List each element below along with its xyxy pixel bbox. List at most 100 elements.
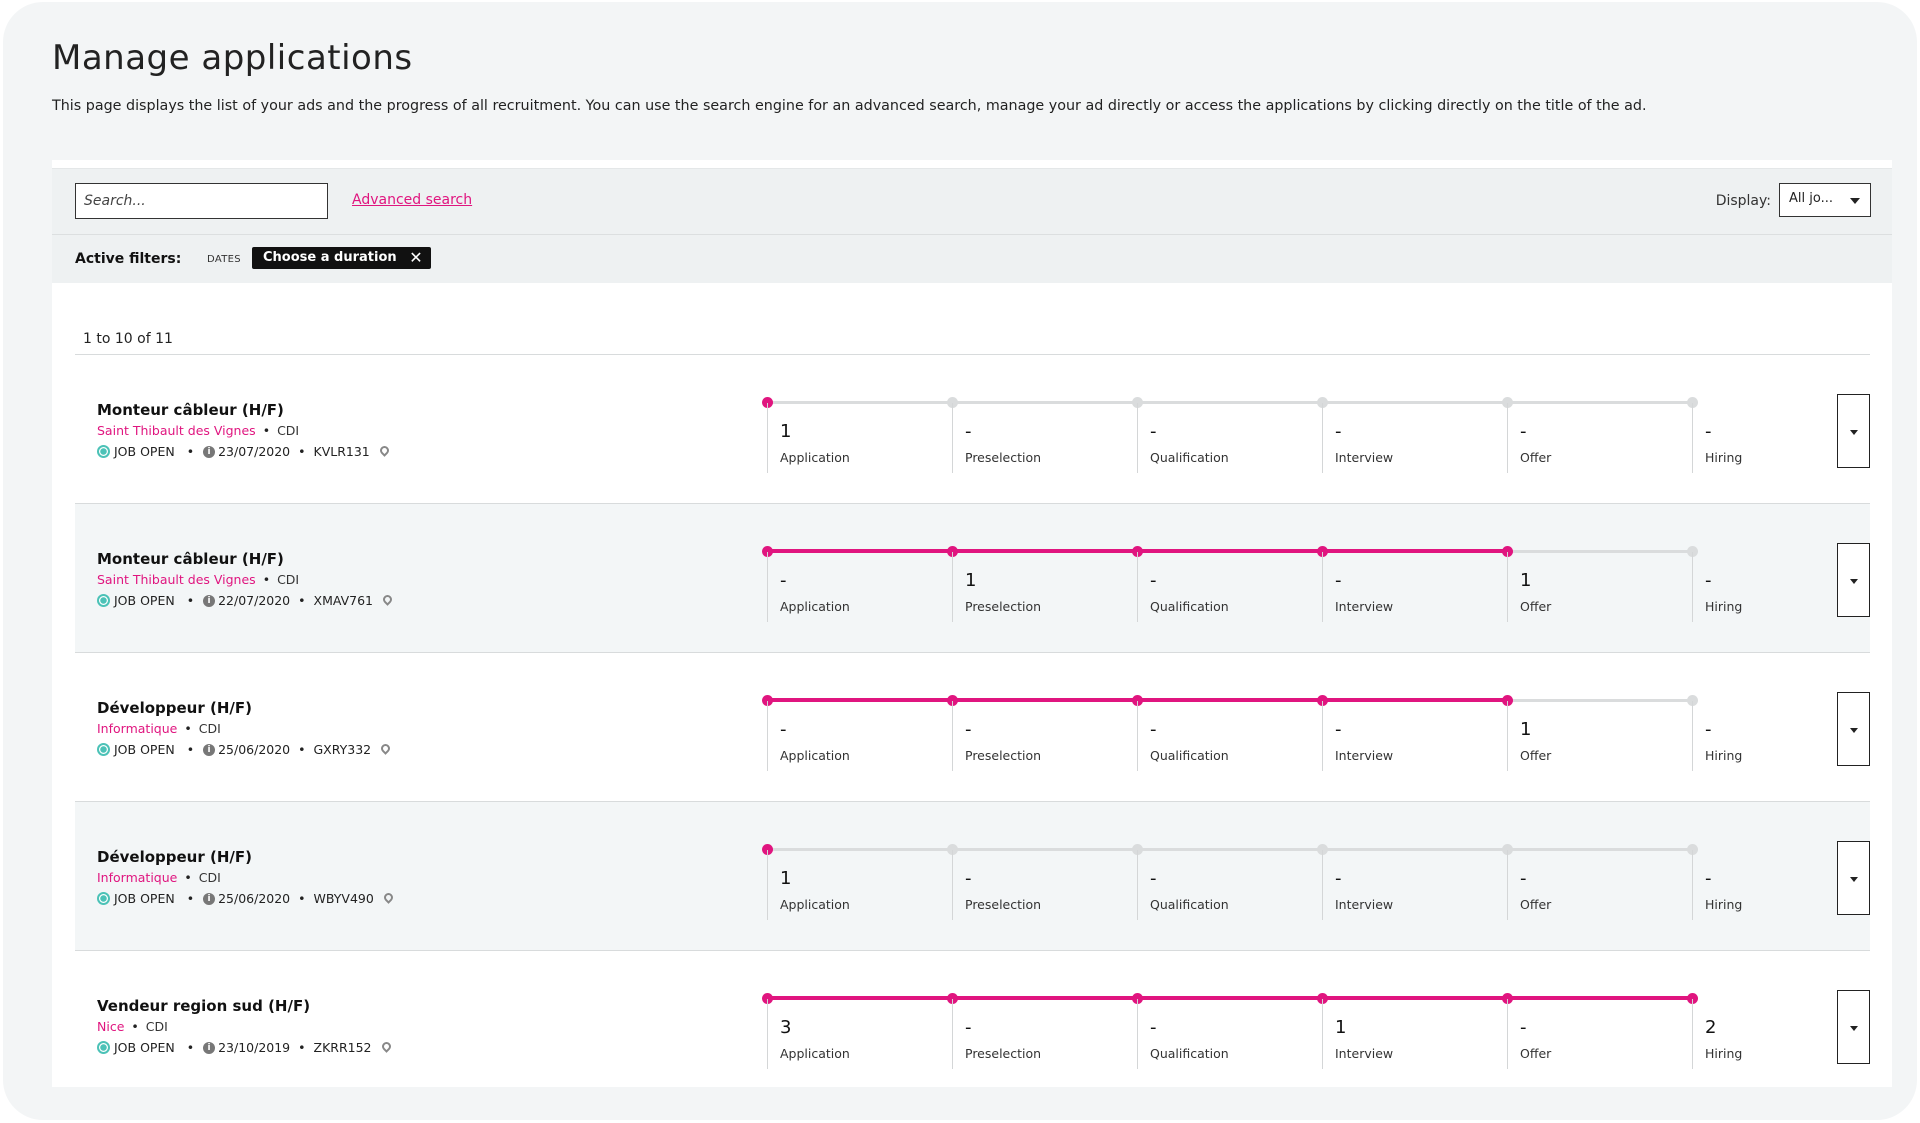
stage-label: Interview [1335, 897, 1394, 912]
stage-divider [1692, 999, 1693, 1069]
job-reference: ZKRR152 [313, 1040, 372, 1055]
row-actions-dropdown[interactable] [1837, 990, 1870, 1064]
stage-label: Preselection [965, 450, 1042, 465]
separator-dot: • [262, 572, 271, 587]
stage-label: Offer [1520, 748, 1552, 763]
close-icon[interactable]: ✕ [409, 248, 422, 267]
location-pin-icon[interactable] [381, 592, 394, 606]
stage-count: 1 [780, 868, 792, 889]
row-actions-dropdown[interactable] [1837, 543, 1870, 617]
pipeline-stage-qualification[interactable]: - Qualification [1132, 546, 1322, 626]
pipeline-stage-application[interactable]: - Application [762, 695, 952, 775]
stage-count: 1 [1335, 1017, 1347, 1038]
stage-label: Qualification [1150, 1046, 1229, 1061]
job-date: 23/10/2019 [218, 1040, 291, 1055]
location-pin-icon[interactable] [379, 1039, 393, 1053]
job-date: 22/07/2020 [218, 593, 291, 608]
pipeline-stage-application[interactable]: 1 Application [762, 397, 952, 477]
job-row: Vendeur region sud (H/F) Nice • CDI JOB OPEN… [75, 951, 1870, 1087]
stage-label: Hiring [1705, 1046, 1743, 1061]
pipeline-stage-offer[interactable]: - Offer [1502, 993, 1692, 1073]
stage-count: - [1335, 570, 1342, 591]
display-label: Display: [1715, 193, 1771, 209]
chevron-down-icon [1850, 877, 1858, 882]
stage-divider [1692, 701, 1693, 771]
recruitment-pipeline: 1 Application - Preselection - Qualification -… [762, 397, 1767, 477]
status-open-icon [97, 594, 110, 607]
job-title[interactable]: Monteur câbleur (H/F) [97, 550, 284, 568]
pipeline-stage-application[interactable]: 1 Application [762, 844, 952, 924]
pipeline-stage-interview[interactable]: - Interview [1317, 546, 1507, 626]
job-location: Saint Thibault des Vignes [97, 423, 256, 438]
pipeline-stage-qualification[interactable]: - Qualification [1132, 844, 1322, 924]
pipeline-stage-qualification[interactable]: - Qualification [1132, 695, 1322, 775]
filter-chip-duration[interactable]: Choose a duration ✕ [252, 247, 431, 269]
row-actions-dropdown[interactable] [1837, 692, 1870, 766]
pipeline-stage-application[interactable]: - Application [762, 546, 952, 626]
stage-label: Hiring [1705, 748, 1743, 763]
pipeline-stage-qualification[interactable]: - Qualification [1132, 397, 1322, 477]
pipeline-stage-interview[interactable]: - Interview [1317, 397, 1507, 477]
row-actions-dropdown[interactable] [1837, 841, 1870, 915]
job-subtitle: Saint Thibault des Vignes • CDI [97, 423, 299, 438]
stage-divider [952, 999, 953, 1069]
job-title[interactable]: Vendeur region sud (H/F) [97, 997, 310, 1015]
stage-label: Hiring [1705, 599, 1743, 614]
app-frame: Manage applications This page displays t… [3, 2, 1917, 1120]
job-reference: XMAV761 [313, 593, 374, 608]
job-subtitle: Saint Thibault des Vignes • CDI [97, 572, 299, 587]
stage-divider [1137, 403, 1138, 473]
job-status: JOB OPEN [114, 444, 175, 459]
pipeline-stage-preselection[interactable]: - Preselection [947, 695, 1137, 775]
job-contract: CDI [277, 423, 300, 438]
pipeline-stage-application[interactable]: 3 Application [762, 993, 952, 1073]
pipeline-stage-offer[interactable]: - Offer [1502, 844, 1692, 924]
search-input[interactable] [75, 183, 328, 219]
job-status: JOB OPEN [114, 593, 175, 608]
applications-panel: Advanced search Display: All jo... Activ… [52, 160, 1892, 1087]
stage-count: - [780, 719, 787, 740]
stage-count: 3 [780, 1017, 792, 1038]
stage-divider [1322, 701, 1323, 771]
stage-count: - [1705, 421, 1712, 442]
stage-count: 1 [780, 421, 792, 442]
job-title[interactable]: Monteur câbleur (H/F) [97, 401, 284, 419]
separator-dot: • [262, 423, 271, 438]
job-title[interactable]: Développeur (H/F) [97, 699, 252, 717]
pipeline-stage-interview[interactable]: - Interview [1317, 844, 1507, 924]
stage-count: - [1520, 1017, 1527, 1038]
pipeline-stage-interview[interactable]: 1 Interview [1317, 993, 1507, 1073]
row-actions-dropdown[interactable] [1837, 394, 1870, 468]
pipeline-stage-offer[interactable]: 1 Offer [1502, 546, 1692, 626]
stage-label: Offer [1520, 450, 1552, 465]
display-select[interactable]: All jo... [1779, 183, 1871, 217]
stage-label: Offer [1520, 599, 1552, 614]
advanced-search-link[interactable]: Advanced search [352, 192, 472, 208]
stage-count: - [1705, 570, 1712, 591]
pipeline-stage-offer[interactable]: 1 Offer [1502, 695, 1692, 775]
location-pin-icon[interactable] [379, 741, 393, 755]
stage-count: - [965, 1017, 972, 1038]
stage-divider [1137, 850, 1138, 920]
stage-count: - [1335, 421, 1342, 442]
stage-label: Application [780, 748, 850, 763]
job-title[interactable]: Développeur (H/F) [97, 848, 252, 866]
stage-label: Qualification [1150, 450, 1229, 465]
job-contract: CDI [198, 721, 221, 736]
pipeline-stage-preselection[interactable]: - Preselection [947, 993, 1137, 1073]
pipeline-stage-preselection[interactable]: - Preselection [947, 397, 1137, 477]
stage-count: - [1150, 421, 1157, 442]
pipeline-stage-preselection[interactable]: - Preselection [947, 844, 1137, 924]
pipeline-stage-interview[interactable]: - Interview [1317, 695, 1507, 775]
chevron-down-icon [1850, 198, 1860, 204]
stage-count: - [965, 421, 972, 442]
job-meta: JOB OPEN • i 23/07/2020 • KVLR131 [97, 443, 391, 459]
pipeline-stage-qualification[interactable]: - Qualification [1132, 993, 1322, 1073]
job-contract: CDI [145, 1019, 168, 1034]
pipeline-stage-preselection[interactable]: 1 Preselection [947, 546, 1137, 626]
location-pin-icon[interactable] [377, 443, 391, 457]
location-pin-icon[interactable] [381, 890, 395, 904]
pipeline-stage-offer[interactable]: - Offer [1502, 397, 1692, 477]
stage-count: 2 [1705, 1017, 1717, 1038]
separator-dot: • [298, 1040, 306, 1055]
